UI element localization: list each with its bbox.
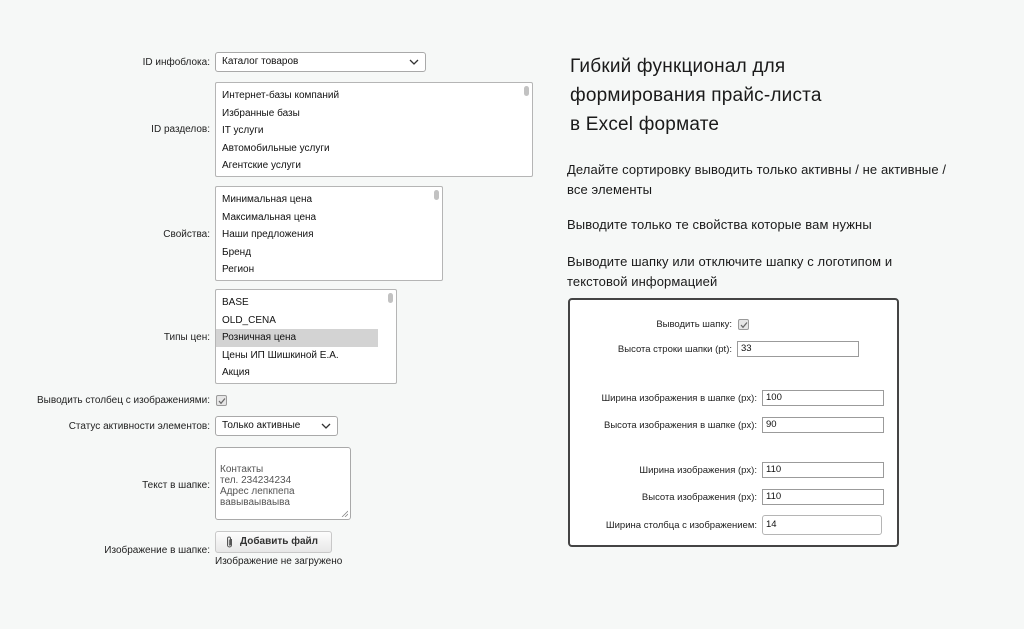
add-file-label: Добавить файл <box>240 536 319 547</box>
promo-paragraph: Выводите шапку или отключите шапку с лог… <box>567 254 893 289</box>
promo-heading: Гибкий функционал для формирования прайс… <box>570 56 822 135</box>
show-header-label: Выводить шапку: <box>656 319 732 330</box>
price-types-option[interactable]: BASE <box>216 294 378 312</box>
paperclip-icon <box>227 536 232 548</box>
properties-listbox[interactable]: Минимальная цена Максимальная цена Наши … <box>215 186 443 281</box>
header-settings-panel: Выводить шапку: Высота строки шапки (pt)… <box>568 298 899 547</box>
properties-option[interactable]: Минимальная цена <box>216 191 442 209</box>
sections-listbox[interactable]: Интернет-базы компаний Избранные базы IT… <box>215 82 533 177</box>
header-image-label: Изображение в шапке: <box>104 545 210 556</box>
price-types-option[interactable]: Акция <box>216 364 378 382</box>
activity-status-select[interactable]: Только активные <box>215 416 338 436</box>
price-types-option[interactable]: OLD_CENA <box>216 312 378 330</box>
header-image-width-input[interactable]: 100 <box>762 390 884 406</box>
promo-paragraph: Выводите только те свойства которые вам … <box>567 217 872 232</box>
image-column-checkbox[interactable] <box>216 395 227 406</box>
properties-option[interactable]: Наши предложения <box>216 226 442 244</box>
iblock-id-select[interactable]: Каталог товаров <box>215 52 426 72</box>
price-types-listbox[interactable]: BASE OLD_CENA Розничная цена Цены ИП Шиш… <box>215 289 397 384</box>
sections-label: ID разделов: <box>151 124 210 135</box>
image-width-input[interactable]: 110 <box>762 462 884 478</box>
promo-paragraph: Делайте сортировку выводить только актив… <box>567 162 947 197</box>
iblock-id-value: Каталог товаров <box>222 56 299 67</box>
properties-scrollbar[interactable] <box>434 190 439 200</box>
properties-label: Свойства: <box>163 229 210 240</box>
sections-scrollbar[interactable] <box>524 86 529 96</box>
sections-option[interactable]: Избранные базы <box>216 105 532 123</box>
chevron-down-icon <box>409 59 419 65</box>
resize-handle-icon[interactable] <box>341 510 348 517</box>
image-width-label: Ширина изображения (px): <box>639 465 757 476</box>
iblock-id-label: ID инфоблока: <box>142 57 210 68</box>
sections-option[interactable]: Агентские услуги <box>216 157 532 175</box>
check-icon <box>740 322 748 329</box>
properties-option[interactable]: Регион <box>216 261 442 279</box>
activity-status-label: Статус активности элементов: <box>68 421 210 432</box>
activity-status-value: Только активные <box>222 420 301 431</box>
image-column-width-input[interactable]: 14 <box>762 515 882 535</box>
header-row-height-label: Высота строки шапки (pt): <box>617 344 732 355</box>
show-header-checkbox[interactable] <box>738 319 749 330</box>
header-image-width-label: Ширина изображения в шапке (px): <box>601 393 757 404</box>
price-types-option[interactable]: Цены ИП Шишкиной Е.А. <box>216 347 378 365</box>
price-types-option-selected[interactable]: Розничная цена <box>216 329 378 347</box>
header-text-textarea[interactable]: Контакты тел. 234234234 Адрес лепкпепа в… <box>215 447 351 520</box>
check-icon <box>218 398 226 405</box>
header-image-height-input[interactable]: 90 <box>762 417 884 433</box>
image-column-width-label: Ширина столбца с изображением: <box>605 520 757 531</box>
sections-option[interactable]: Интернет-базы компаний <box>216 87 532 105</box>
image-height-input[interactable]: 110 <box>762 489 884 505</box>
chevron-down-icon <box>321 423 331 429</box>
image-height-label: Высота изображения (px): <box>641 492 757 503</box>
header-row-height-input[interactable]: 33 <box>737 341 859 357</box>
image-column-label: Выводить столбец с изображениями: <box>37 395 210 406</box>
image-status-text: Изображение не загружено <box>215 556 343 567</box>
properties-option[interactable]: Максимальная цена <box>216 209 442 227</box>
header-text-label: Текст в шапке: <box>142 480 210 491</box>
price-types-label: Типы цен: <box>163 332 210 343</box>
sections-option[interactable]: Автомобильные услуги <box>216 140 532 158</box>
price-types-scrollbar[interactable] <box>388 293 393 303</box>
properties-option[interactable]: Бренд <box>216 244 442 262</box>
header-text-value: Контакты тел. 234234234 Адрес лепкпепа в… <box>220 464 295 508</box>
header-image-height-label: Высота изображения в шапке (px): <box>603 420 757 431</box>
sections-option[interactable]: IT услуги <box>216 122 532 140</box>
add-file-button[interactable]: Добавить файл <box>215 531 332 553</box>
